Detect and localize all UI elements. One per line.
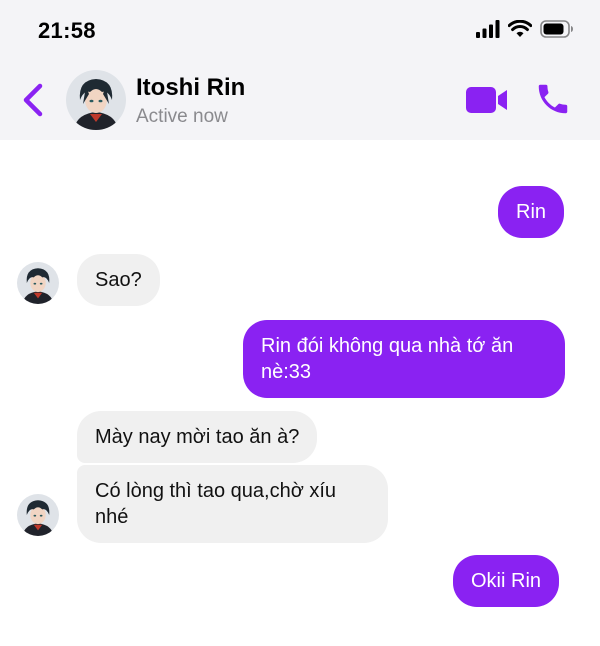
- phone-icon: [534, 84, 572, 122]
- chat-header: Itoshi Rin Active now: [0, 60, 600, 140]
- message-bubble-incoming[interactable]: Sao?: [77, 254, 160, 306]
- contact-message-avatar: [17, 262, 59, 304]
- status-bar: 21:58: [0, 0, 600, 60]
- phone-call-button[interactable]: [534, 80, 572, 118]
- wifi-icon: [507, 19, 533, 43]
- contact-status: Active now: [136, 106, 228, 127]
- video-call-button[interactable]: [466, 86, 508, 114]
- message-bubble-outgoing[interactable]: Rin: [498, 186, 565, 238]
- message-bubble-incoming[interactable]: Mày nay mời tao ăn à?: [77, 411, 318, 463]
- message-bubble-outgoing[interactable]: Rin đói không qua nhà tớ ăn nè:33: [243, 320, 565, 398]
- status-icons: [476, 19, 574, 43]
- message-bubble-outgoing[interactable]: Okii Rin: [453, 555, 560, 607]
- video-call-icon: [466, 87, 508, 118]
- top-bar: 21:58 Itoshi Rin Active now: [0, 0, 600, 140]
- back-button[interactable]: [18, 80, 48, 120]
- status-time: 21:58: [38, 18, 96, 43]
- contact-message-avatar: [17, 494, 59, 536]
- contact-avatar[interactable]: [66, 70, 126, 130]
- cellular-signal-icon: [476, 20, 500, 43]
- message-bubble-incoming[interactable]: Có lòng thì tao qua,chờ xíu nhé: [77, 465, 388, 543]
- battery-icon: [540, 20, 574, 43]
- contact-name[interactable]: Itoshi Rin: [136, 74, 245, 102]
- chevron-left-icon: [18, 83, 48, 124]
